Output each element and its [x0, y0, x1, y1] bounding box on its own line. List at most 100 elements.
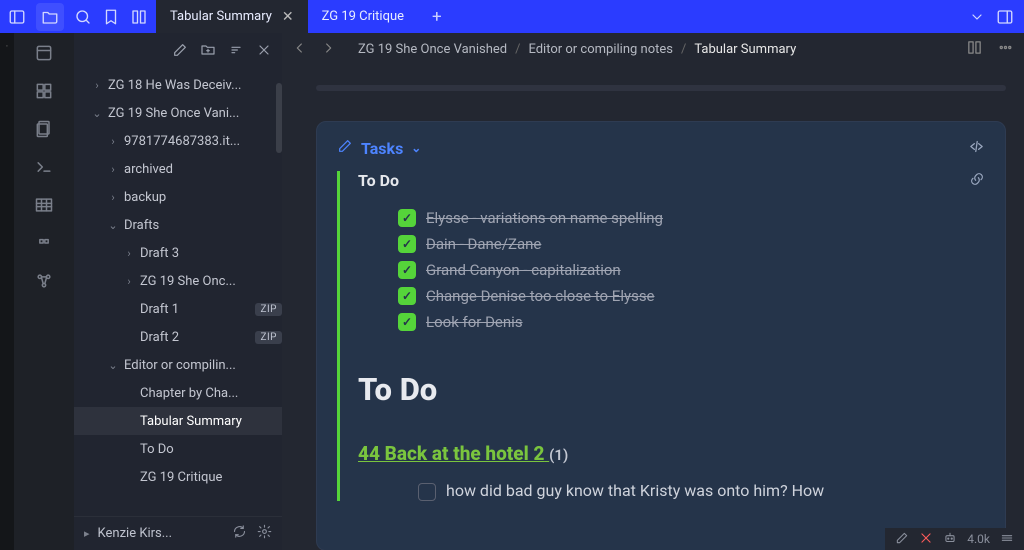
- checked-box[interactable]: ✓: [398, 209, 416, 227]
- tree-item-label: Tabular Summary: [140, 414, 282, 429]
- tree-item[interactable]: ⌄ZG 19 She Once Vani...: [74, 99, 282, 127]
- tree-item[interactable]: To Do: [74, 435, 282, 463]
- word-count[interactable]: 4.0k: [967, 532, 990, 546]
- tree-item[interactable]: ⌄Drafts: [74, 211, 282, 239]
- title-bar: Tabular Summary ✕ ZG 19 Critique +: [0, 0, 1024, 33]
- rail-dot: ·: [5, 39, 8, 53]
- unchecked-box[interactable]: [418, 483, 436, 501]
- tree-item-label: Draft 1: [140, 302, 243, 317]
- heading-todo: To Do: [358, 371, 985, 408]
- task-done[interactable]: ✓Look for Denis: [398, 313, 985, 331]
- breadcrumb[interactable]: ZG 19 She Once Vanished / Editor or comp…: [358, 42, 796, 57]
- tree-item[interactable]: ›9781774687383.it...: [74, 127, 282, 155]
- code-icon[interactable]: [968, 138, 985, 159]
- main-pane: ZG 19 She Once Vanished / Editor or comp…: [282, 33, 1024, 550]
- tree-item[interactable]: › ZG 19 She Onc...: [74, 267, 282, 295]
- section-link[interactable]: 44 Back at the hotel 2: [358, 442, 549, 465]
- tree-item-label: ZG 18 He Was Deceiv...: [108, 78, 282, 93]
- sort-icon[interactable]: [228, 42, 244, 62]
- task-done[interactable]: ✓Change Denise too close to Elysse: [398, 287, 985, 305]
- tree-item-label: Chapter by Cha...: [140, 386, 282, 401]
- sync-icon[interactable]: [232, 524, 247, 543]
- tree-item[interactable]: Draft 2 ZIP: [74, 323, 282, 351]
- bookmark-icon[interactable]: [102, 8, 120, 26]
- reader-icon[interactable]: [966, 39, 983, 60]
- footer-label: Kenzie Kirs...: [98, 526, 173, 541]
- tree-item[interactable]: ›Draft 3: [74, 239, 282, 267]
- chevron-down-icon[interactable]: ⌄: [411, 141, 421, 155]
- chevron-right-icon: ›: [108, 135, 118, 148]
- task-done[interactable]: ✓ Elysse - variations on name spelling: [398, 209, 985, 227]
- open-task[interactable]: how did bad guy know that Kristy was ont…: [418, 481, 985, 501]
- sidebar-toggle-icon[interactable]: [8, 8, 26, 26]
- checked-box[interactable]: ✓: [398, 287, 416, 305]
- checked-box[interactable]: ✓: [398, 313, 416, 331]
- chevron-right-icon: ▸: [84, 527, 90, 540]
- chevron-right-icon: ›: [124, 275, 134, 288]
- tab-critique[interactable]: ZG 19 Critique: [308, 0, 418, 33]
- tree-item-label: To Do: [140, 442, 282, 457]
- new-tab-button[interactable]: +: [418, 0, 456, 33]
- more-icon[interactable]: [997, 39, 1014, 60]
- alert-icon[interactable]: [919, 531, 933, 548]
- tree-item-label: backup: [124, 190, 282, 205]
- pencil-icon: [337, 138, 353, 158]
- folder-icon[interactable]: [36, 3, 64, 31]
- tree-item-label: archived: [124, 162, 282, 177]
- new-folder-icon[interactable]: [200, 42, 216, 62]
- task-done[interactable]: ✓ Dain - Dane/Zane: [398, 235, 985, 253]
- chevron-right-icon: ›: [108, 163, 118, 176]
- tab-tabular-summary[interactable]: Tabular Summary ✕: [156, 0, 308, 33]
- close-icon[interactable]: ✕: [282, 9, 294, 25]
- graph-icon[interactable]: [34, 271, 54, 291]
- tree-item[interactable]: › ZG 18 He Was Deceiv...: [74, 71, 282, 99]
- breadcrumb-bar: ZG 19 She Once Vanished / Editor or comp…: [282, 33, 1024, 67]
- tree-item[interactable]: ZG 19 Critique: [74, 463, 282, 491]
- tree-item-label: Editor or compilin...: [124, 358, 282, 373]
- tree-item-label: Draft 2: [140, 330, 243, 345]
- tree-item[interactable]: Draft 1ZIP: [74, 295, 282, 323]
- tree-item[interactable]: Tabular Summary: [74, 407, 282, 435]
- collapsed-block[interactable]: [316, 85, 1006, 91]
- chevron-down-icon[interactable]: [968, 8, 986, 26]
- zip-badge: ZIP: [255, 331, 282, 344]
- tree-item-label: Drafts: [124, 218, 282, 233]
- tree-item[interactable]: › backup: [74, 183, 282, 211]
- tree-item[interactable]: ⌄ Editor or compilin...: [74, 351, 282, 379]
- quote-icon[interactable]: [34, 233, 54, 253]
- panel-right-icon[interactable]: [996, 8, 1014, 26]
- checked-box[interactable]: ✓: [398, 261, 416, 279]
- workspace-icon[interactable]: [34, 43, 54, 63]
- terminal-icon[interactable]: [34, 157, 54, 177]
- chevron-down-icon: ⌄: [108, 359, 118, 372]
- tree-item-label: ZG 19 Critique: [140, 470, 282, 485]
- table-icon[interactable]: [34, 195, 54, 215]
- search-icon[interactable]: [74, 8, 92, 26]
- edit-icon[interactable]: [895, 531, 909, 548]
- scrollbar[interactable]: [276, 83, 282, 153]
- tree-item[interactable]: Chapter by Cha...: [74, 379, 282, 407]
- chevron-right-icon: ›: [92, 79, 102, 92]
- tree-footer[interactable]: ▸ Kenzie Kirs...: [74, 516, 282, 550]
- edit-icon[interactable]: [172, 42, 188, 62]
- link-icon[interactable]: [969, 171, 985, 191]
- files-icon[interactable]: [34, 119, 54, 139]
- tree-item-label: ZG 19 She Onc...: [140, 274, 282, 289]
- status-bar: 4.0k: [885, 528, 1024, 550]
- chevron-right-icon: ›: [108, 191, 118, 204]
- task-done[interactable]: ✓ Grand Canyon - capitalization: [398, 261, 985, 279]
- book-icon[interactable]: [130, 8, 148, 26]
- close-icon[interactable]: [256, 42, 272, 62]
- file-tree: › ZG 18 He Was Deceiv... ⌄ZG 19 She Once V…: [74, 33, 282, 550]
- forward-button[interactable]: [320, 40, 338, 60]
- back-button[interactable]: [292, 40, 310, 60]
- task-label: Elysse - variations on name spelling: [426, 209, 663, 227]
- tree-item[interactable]: › archived: [74, 155, 282, 183]
- checked-box[interactable]: ✓: [398, 235, 416, 253]
- stack-icon[interactable]: [1000, 531, 1014, 548]
- task-label: Dain - Dane/Zane: [426, 235, 541, 253]
- task-label: Grand Canyon - capitalization: [426, 261, 621, 279]
- robot-icon[interactable]: [943, 531, 957, 548]
- grid-icon[interactable]: [34, 81, 54, 101]
- gear-icon[interactable]: [257, 524, 272, 543]
